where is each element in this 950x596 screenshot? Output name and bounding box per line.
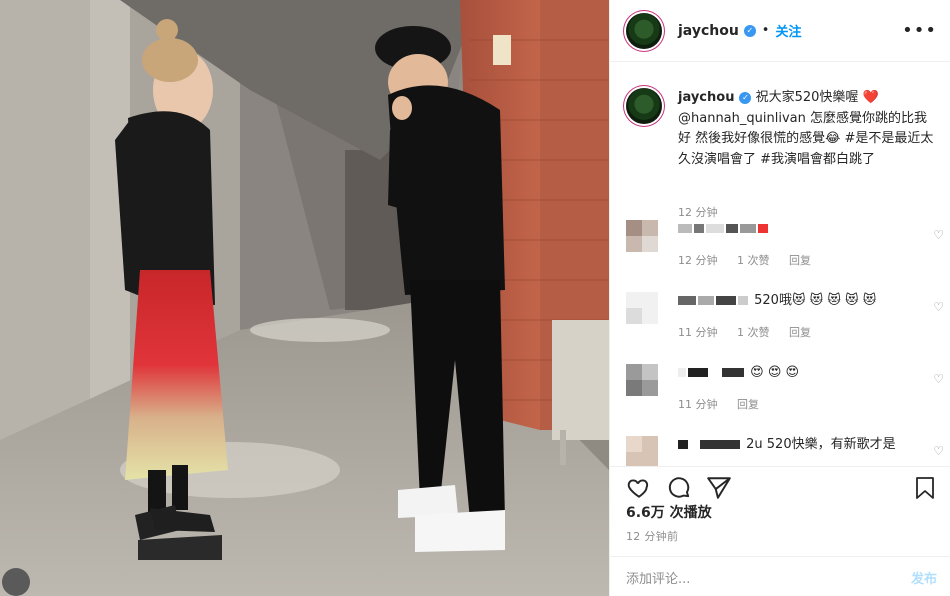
video-frame [0, 0, 609, 596]
author-avatar[interactable] [626, 12, 662, 49]
comment-meta: 11 分钟 回复 [678, 396, 759, 412]
caption-body: jaychou ✓ 祝大家520快樂喔 ❤️ @hannah_quinlivan … [678, 88, 938, 170]
post-comment-button[interactable]: 发布 [911, 568, 937, 587]
comment-like-icon[interactable]: ♡ [933, 300, 944, 314]
heart-icon[interactable] [626, 475, 652, 501]
share-icon[interactable] [706, 475, 732, 501]
comment-like-icon[interactable]: ♡ [933, 372, 944, 386]
commenter-avatar[interactable] [626, 436, 658, 466]
comment-time: 11 分钟 [678, 398, 718, 411]
comment-likes[interactable]: 1 次赞 [737, 326, 770, 339]
comments-list[interactable]: jaychou ✓ 祝大家520快樂喔 ❤️ @hannah_quinlivan … [610, 62, 950, 466]
post-header: jaychou ✓ • 关注 ••• [610, 0, 950, 62]
comment-text: 520哦😻 😻 😻 😻 😻 [754, 293, 877, 308]
commenter-avatar[interactable] [626, 220, 658, 252]
commenter-avatar[interactable] [626, 292, 658, 324]
comment-time: 11 分钟 [678, 326, 718, 339]
comment-meta: 12 分钟 1 次赞 回复 [678, 252, 811, 268]
reply-button[interactable]: 回复 [737, 398, 759, 411]
follow-button[interactable]: 关注 [775, 21, 801, 40]
caption-time: 12 分钟 [678, 206, 718, 219]
caption-avatar[interactable] [626, 88, 662, 124]
comment-body: 2u 520快樂，有新歌才是 [678, 436, 896, 454]
author-username[interactable]: jaychou [678, 23, 739, 39]
reply-button[interactable]: 回复 [789, 326, 811, 339]
comment-author-blurred[interactable] [678, 220, 770, 238]
post-panel: jaychou ✓ • 关注 ••• jaychou ✓ 祝大家520快樂喔 ❤️… [609, 0, 950, 596]
reply-button[interactable]: 回复 [789, 254, 811, 267]
view-count[interactable]: 6.6万 次播放 [626, 502, 712, 522]
comment-body: 😍 😍 😍 [678, 364, 799, 382]
comment-time: 12 分钟 [678, 254, 718, 267]
bookmark-icon[interactable] [913, 475, 937, 501]
add-comment-input[interactable]: 添加评论... [626, 568, 690, 587]
post-video[interactable] [0, 0, 609, 596]
comment-text: 😍 😍 😍 [750, 365, 800, 380]
post-time: 12 分钟前 [626, 530, 679, 543]
more-icon[interactable]: ••• [902, 20, 937, 41]
add-comment-bar: 添加评论... 发布 [610, 556, 950, 596]
comment-likes[interactable]: 1 次赞 [737, 254, 770, 267]
comment-icon[interactable] [666, 475, 692, 501]
caption-username[interactable]: jaychou [678, 90, 734, 105]
comment-like-icon[interactable]: ♡ [933, 228, 944, 242]
comment-like-icon[interactable]: ♡ [933, 444, 944, 458]
comment-meta: 11 分钟 1 次赞 回复 [678, 324, 811, 340]
comment-text: 2u 520快樂，有新歌才是 [746, 437, 896, 452]
verified-icon: ✓ [743, 24, 756, 37]
verified-icon: ✓ [739, 91, 752, 104]
commenter-avatar[interactable] [626, 364, 658, 396]
comment-body: 520哦😻 😻 😻 😻 😻 [678, 292, 876, 310]
